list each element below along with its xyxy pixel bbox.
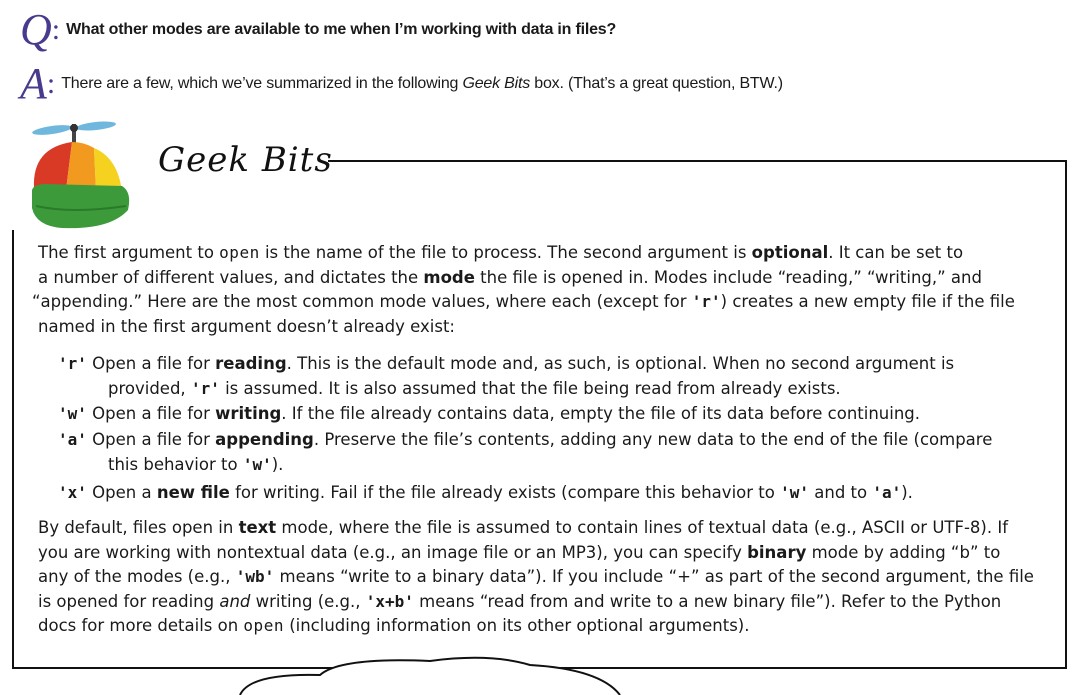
- geek-bits-rule: [328, 160, 1065, 162]
- question-text: What other modes are available to me whe…: [66, 21, 617, 38]
- intro-paragraph: The first argument to open is the name o…: [32, 243, 1015, 336]
- answer-text: There are a few, which we’ve summarized …: [61, 75, 783, 92]
- mode-item-x: 'x' Open a new file for writing. Fail if…: [58, 483, 913, 502]
- question-letter: Q: [20, 5, 52, 54]
- code-r: 'r': [691, 292, 721, 311]
- thought-cloud-shape: [239, 656, 621, 695]
- box-gap: [10, 158, 16, 230]
- mode-item-a: 'a' Open a file for appending. Preserve …: [58, 430, 993, 474]
- answer-emphasis: Geek Bits: [462, 75, 531, 92]
- answer-row: A : There are a few, which we’ve summari…: [20, 62, 783, 106]
- mode-item-w: 'w' Open a file for writing. If the file…: [58, 404, 921, 423]
- closing-paragraph: By default, files open in text mode, whe…: [38, 518, 1034, 635]
- question-colon: :: [51, 13, 61, 46]
- mode-item-r: 'r' Open a file for reading. This is the…: [58, 354, 955, 398]
- propeller-hat-icon: [32, 121, 130, 229]
- answer-colon: :: [46, 67, 56, 100]
- question-row: Q : What other modes are available to me…: [20, 8, 616, 52]
- code-open: open: [219, 243, 260, 262]
- geek-bits-title: Geek Bits: [158, 140, 333, 180]
- answer-letter: A: [20, 59, 47, 108]
